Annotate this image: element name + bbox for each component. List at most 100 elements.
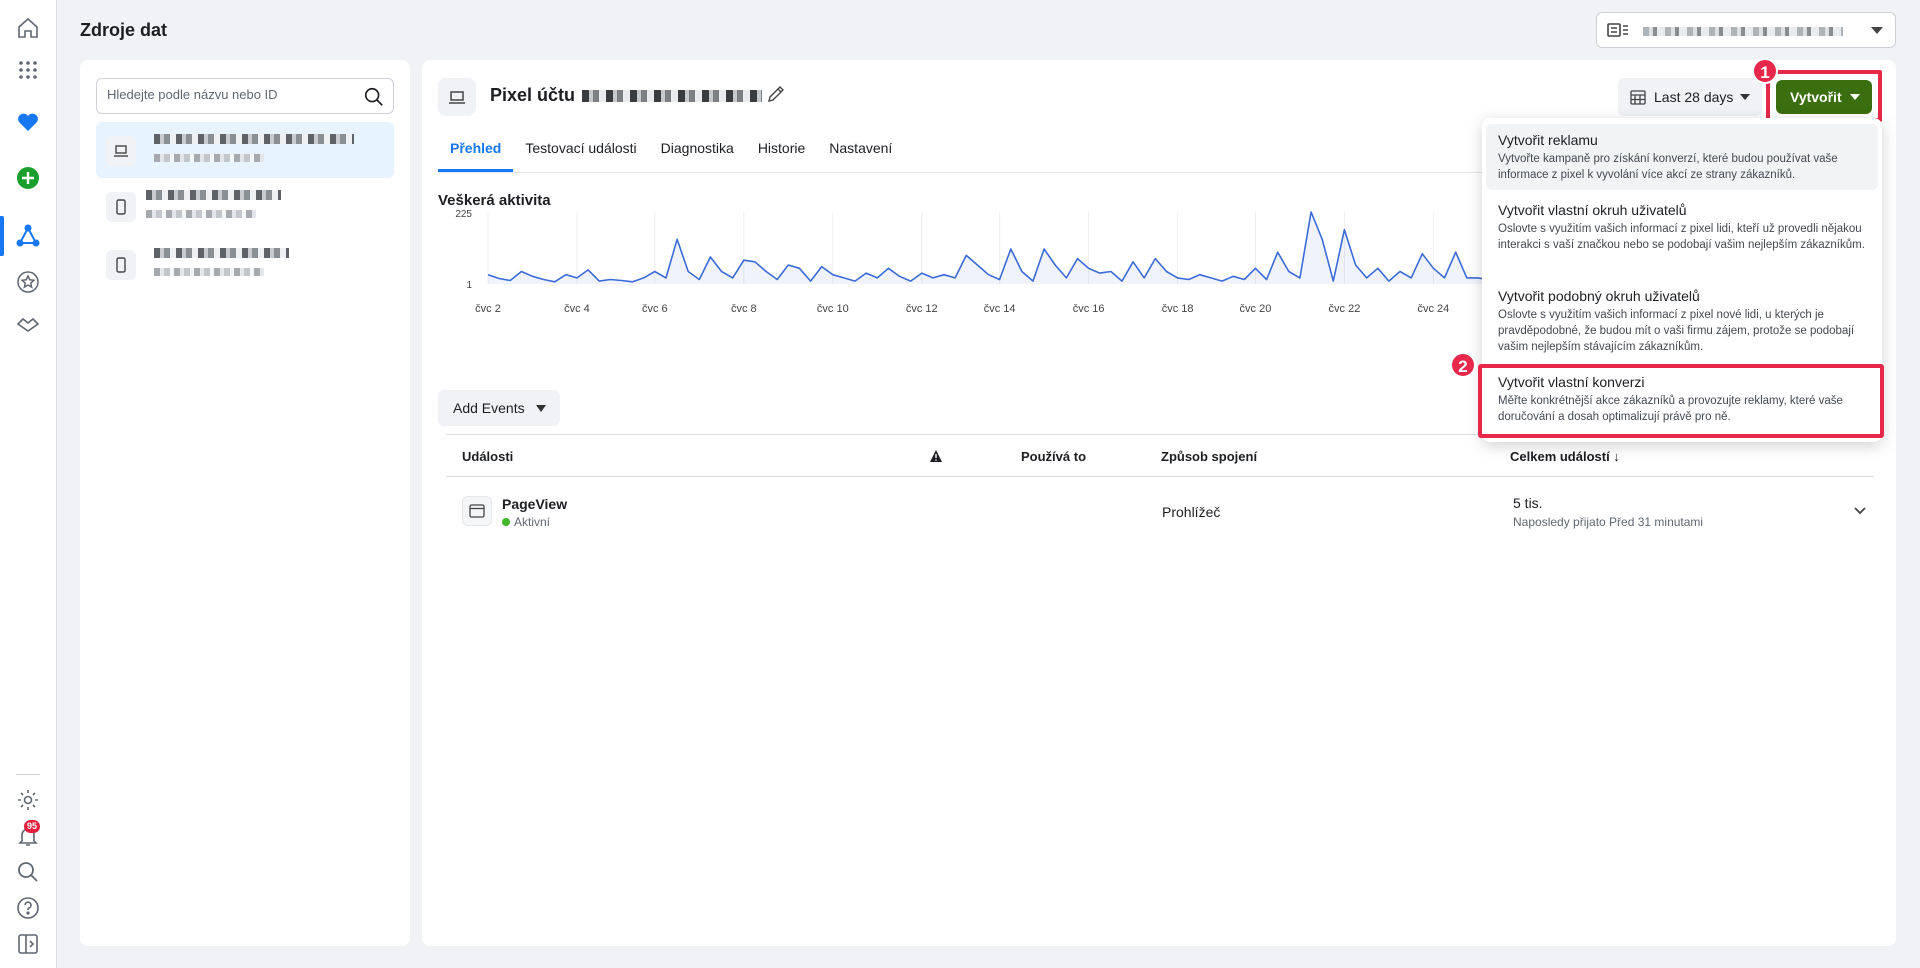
apps-grid-icon[interactable] bbox=[14, 56, 42, 84]
phone-icon bbox=[106, 192, 136, 222]
annotation-step-1: 1 bbox=[1752, 58, 1778, 84]
column-header-total[interactable]: Celkem událostí ↓ bbox=[1510, 449, 1620, 464]
source-id-redacted bbox=[154, 154, 264, 162]
chart-title: Veškerá aktivita bbox=[438, 192, 551, 209]
add-events-label: Add Events bbox=[453, 400, 525, 416]
tab-history[interactable]: Historie bbox=[746, 132, 817, 170]
chevron-down-icon bbox=[1850, 94, 1860, 100]
menu-item-custom-audience[interactable]: Vytvořit vlastní okruh uživatelů Oslovte… bbox=[1486, 202, 1878, 282]
data-source-item[interactable] bbox=[96, 122, 394, 178]
chevron-down-icon bbox=[1740, 94, 1750, 100]
menu-item-title: Vytvořit podobný okruh uživatelů bbox=[1498, 288, 1700, 304]
table-divider bbox=[446, 476, 1874, 477]
column-header-events[interactable]: Události bbox=[462, 449, 513, 464]
tab-diagnostics[interactable]: Diagnostika bbox=[649, 132, 746, 170]
x-tick-label: čvc 22 bbox=[1329, 303, 1361, 315]
rail-active-indicator bbox=[0, 216, 4, 256]
rail-separator bbox=[16, 774, 40, 775]
x-tick-label: čvc 10 bbox=[817, 303, 849, 315]
notification-badge: 95 bbox=[24, 820, 41, 833]
data-sources-icon[interactable] bbox=[14, 222, 42, 250]
date-range-label: Last 28 days bbox=[1654, 89, 1734, 105]
x-tick-label: čvc 8 bbox=[731, 303, 757, 315]
source-search bbox=[96, 78, 394, 114]
chevron-down-icon bbox=[536, 405, 546, 412]
tab-settings[interactable]: Nastavení bbox=[817, 132, 904, 170]
event-status: Aktivní bbox=[502, 515, 550, 529]
event-total: 5 tis. bbox=[1513, 495, 1543, 511]
x-tick-label: čvc 18 bbox=[1162, 303, 1194, 315]
x-tick-label: čvc 14 bbox=[984, 303, 1016, 315]
activity-chart: 225 1 čvc 2 čvc 4 čvc 6 čvc 8 čvc 10 čvc 12 čvc … bbox=[455, 210, 1578, 315]
x-tick-label: čvc 12 bbox=[906, 303, 938, 315]
heart-icon[interactable] bbox=[14, 108, 42, 136]
date-range-button[interactable]: Last 28 days bbox=[1618, 78, 1762, 116]
chevron-down-icon[interactable] bbox=[1852, 502, 1868, 518]
edit-pencil-icon[interactable] bbox=[766, 84, 786, 104]
source-name-redacted bbox=[154, 248, 289, 258]
phone-icon bbox=[106, 250, 136, 280]
data-source-list-panel bbox=[80, 60, 410, 946]
data-source-item[interactable] bbox=[96, 178, 394, 234]
page-title: Zdroje dat bbox=[80, 20, 168, 40]
source-id-redacted bbox=[154, 268, 264, 276]
source-id-redacted bbox=[146, 210, 256, 218]
event-status-label: Aktivní bbox=[514, 515, 551, 529]
sidebar-toggle-icon[interactable] bbox=[14, 930, 42, 958]
x-tick-label: čvc 4 bbox=[564, 303, 590, 315]
search-icon[interactable] bbox=[14, 858, 42, 886]
left-rail: 95 bbox=[0, 0, 57, 968]
laptop-icon bbox=[438, 78, 476, 116]
annotation-step-2: 2 bbox=[1450, 352, 1476, 378]
status-active-dot bbox=[502, 518, 510, 526]
account-name-redacted bbox=[1643, 27, 1843, 36]
x-tick-label: čvc 16 bbox=[1073, 303, 1105, 315]
menu-item-description: Oslovte s využitím vašich informací z pi… bbox=[1498, 309, 1855, 353]
activity-series-line bbox=[487, 211, 1578, 283]
help-icon[interactable] bbox=[14, 894, 42, 922]
event-last-received: Naposledy přijato Před 31 minutami bbox=[1513, 515, 1704, 529]
create-button[interactable]: Vytvořit bbox=[1776, 80, 1872, 114]
data-source-item[interactable] bbox=[96, 236, 394, 292]
column-header-connection[interactable]: Způsob spojení bbox=[1161, 449, 1257, 464]
account-selector[interactable] bbox=[1596, 12, 1896, 48]
create-button-label: Vytvořit bbox=[1790, 89, 1842, 105]
y-tick-label: 225 bbox=[455, 210, 472, 220]
menu-item-title: Vytvořit vlastní okruh uživatelů bbox=[1498, 202, 1687, 218]
x-tick-label: čvc 2 bbox=[475, 303, 501, 315]
menu-item-title: Vytvořit reklamu bbox=[1498, 132, 1598, 148]
settings-icon[interactable] bbox=[14, 786, 42, 814]
browser-window-icon bbox=[462, 496, 492, 526]
menu-item-description: Vytvořte kampaně pro získání konverzí, k… bbox=[1498, 153, 1838, 181]
tab-test-events[interactable]: Testovací události bbox=[513, 132, 648, 170]
handshake-icon[interactable] bbox=[14, 310, 42, 338]
chevron-down-icon bbox=[1871, 27, 1883, 34]
search-icon[interactable] bbox=[363, 86, 385, 108]
column-header-used-by[interactable]: Používá to bbox=[1021, 449, 1086, 464]
pixel-tabs: Přehled Testovací události Diagnostika H… bbox=[438, 132, 904, 172]
pixel-name-redacted bbox=[582, 90, 762, 102]
pixel-title: Pixel účtu bbox=[490, 85, 576, 105]
menu-item-lookalike-audience[interactable]: Vytvořit podobný okruh uživatelů Oslovte… bbox=[1486, 288, 1878, 368]
business-icon bbox=[1607, 23, 1628, 37]
tab-overview[interactable]: Přehled bbox=[438, 132, 514, 172]
menu-item-description: Oslovte s využitím vašich informací z pi… bbox=[1498, 223, 1865, 251]
source-name-redacted bbox=[154, 134, 354, 144]
star-icon[interactable] bbox=[14, 268, 42, 296]
source-search-input[interactable] bbox=[107, 87, 347, 102]
x-tick-label: čvc 24 bbox=[1418, 303, 1450, 315]
menu-item-create-ad[interactable]: Vytvořit reklamu Vytvořte kampaně pro zí… bbox=[1486, 124, 1878, 190]
event-name[interactable]: PageView bbox=[502, 496, 567, 512]
event-connection-method: Prohlížeč bbox=[1162, 504, 1221, 520]
home-icon[interactable] bbox=[14, 14, 42, 42]
x-tick-label: čvc 6 bbox=[642, 303, 668, 315]
calendar-icon bbox=[1630, 90, 1646, 105]
y-tick-label: 1 bbox=[466, 280, 472, 291]
warning-icon bbox=[930, 450, 942, 462]
laptop-icon bbox=[106, 136, 136, 166]
create-icon[interactable] bbox=[14, 164, 42, 192]
annotation-highlight-custom-conversion bbox=[1478, 364, 1884, 438]
add-events-button[interactable]: Add Events bbox=[438, 390, 560, 426]
source-name-redacted bbox=[146, 190, 281, 200]
x-tick-label: čvc 20 bbox=[1240, 303, 1272, 315]
